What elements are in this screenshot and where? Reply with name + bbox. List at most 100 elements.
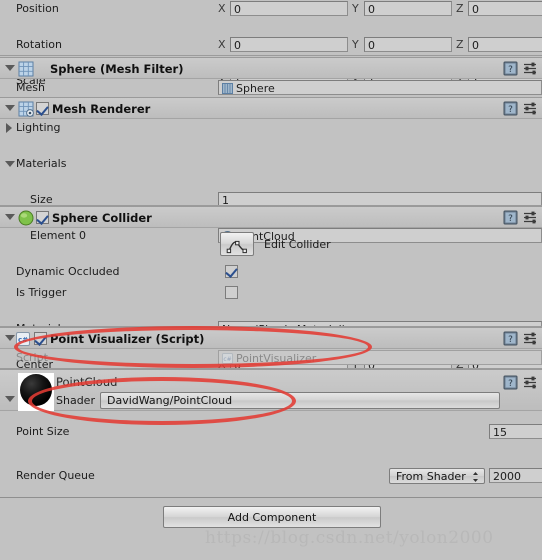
transform-row-position: Position X 0 Y 0 Z 0 [0,0,542,18]
point-visualizer-section: c# Point Visualizer (Script) ? Script c#… [0,327,542,367]
rotation-z-axis-label: Z [456,38,464,51]
foldout-arrow-icon[interactable] [5,335,15,341]
chevron-updown-icon [472,471,479,484]
transform-row-rotation: Rotation X 0 Y 0 Z 0 [0,36,542,54]
help-icon[interactable]: ? [503,61,518,76]
mesh-renderer-section: Mesh Renderer ? Lighting Materials Size … [0,97,542,278]
foldout-arrow-icon[interactable] [5,105,15,111]
mesh-filter-section: Sphere (Mesh Filter) ? Mesh Sphere [0,57,542,97]
material-header-actions: ? [503,375,538,390]
help-icon[interactable]: ? [503,101,518,116]
divider [0,55,542,56]
mesh-filter-title: Sphere (Mesh Filter) [50,62,184,76]
material-section: PointCloud Shader DavidWang/PointCloud ? [0,369,542,518]
is-trigger-row: Is Trigger [0,284,542,302]
sphere-collider-enabled-checkbox[interactable] [36,211,49,224]
render-queue-input[interactable]: 2000 [489,468,542,483]
shader-value: DavidWang/PointCloud [107,394,233,407]
script-label: Script [16,351,48,364]
lighting-foldout-icon[interactable] [6,123,12,133]
shader-label: Shader [56,394,95,407]
svg-text:?: ? [508,65,513,75]
rotation-z-input[interactable]: 0 [468,37,542,52]
script-value: PointVisualizer [236,352,317,365]
edit-collider-label: Edit Collider [264,238,331,251]
point-visualizer-title: Point Visualizer (Script) [50,332,205,346]
edit-collider-row: Edit Collider [0,232,542,258]
point-size-label: Point Size [16,425,70,438]
shader-dropdown[interactable]: DavidWang/PointCloud [100,392,500,409]
svg-text:c#: c# [223,356,231,363]
sphere-collider-icon [18,210,34,226]
render-queue-label: Render Queue [16,469,95,482]
position-y-input[interactable]: 0 [364,1,452,16]
position-z-axis-label: Z [456,2,464,15]
preset-settings-icon[interactable] [523,101,538,116]
lighting-row[interactable]: Lighting [0,119,542,137]
svg-text:?: ? [508,105,513,115]
mesh-filter-header[interactable]: Sphere (Mesh Filter) ? [0,57,542,79]
rotation-y-input[interactable]: 0 [364,37,452,52]
csharp-script-icon: c# [16,332,30,346]
svg-text:c#: c# [18,336,28,344]
render-queue-dropdown[interactable]: From Shader [389,468,485,484]
mesh-renderer-header-actions: ? [503,101,538,116]
material-title: PointCloud [56,375,118,389]
rotation-label: Rotation [16,38,63,51]
mesh-renderer-title: Mesh Renderer [52,102,151,116]
point-visualizer-header-actions: ? [503,331,538,346]
material-foldout-icon[interactable] [5,396,15,402]
mesh-filter-mesh-row: Mesh Sphere [0,79,542,97]
help-icon[interactable]: ? [503,331,518,346]
position-x-input[interactable]: 0 [230,1,348,16]
sphere-collider-header-actions: ? [503,210,538,225]
point-size-row: Point Size 15 [0,423,542,441]
add-component-button[interactable]: Add Component [163,506,381,528]
help-icon[interactable]: ? [503,375,518,390]
inspector-panel: Position X 0 Y 0 Z 0 Rotation X 0 Y 0 Z … [0,0,542,560]
materials-foldout-icon[interactable] [5,161,15,167]
svg-text:?: ? [508,379,513,389]
sphere-collider-section: Sphere Collider ? Edit Collider Is Trigg… [0,206,542,408]
sphere-collider-header[interactable]: Sphere Collider ? [0,206,542,228]
rotation-x-input[interactable]: 0 [230,37,348,52]
point-size-input[interactable]: 15 [489,424,542,439]
preset-settings-icon[interactable] [523,61,538,76]
preset-settings-icon[interactable] [523,331,538,346]
edit-collider-button[interactable] [220,232,254,256]
mesh-filter-icon [18,61,34,77]
preset-settings-icon[interactable] [523,375,538,390]
position-z-input[interactable]: 0 [468,1,542,16]
point-visualizer-enabled-checkbox[interactable] [34,332,47,345]
sphere-collider-title: Sphere Collider [52,211,152,225]
mesh-value: Sphere [236,82,275,95]
preset-settings-icon[interactable] [523,210,538,225]
rotation-y-axis-label: Y [352,38,359,51]
mesh-asset-icon [222,83,233,94]
transform-section: Position X 0 Y 0 Z 0 Rotation X 0 Y 0 Z … [0,0,542,88]
is-trigger-label: Is Trigger [16,286,67,299]
svg-text:?: ? [508,335,513,345]
mesh-label: Mesh [16,81,45,94]
render-queue-row: Render Queue From Shader 2000 [0,467,542,485]
script-asset-icon: c# [222,353,233,364]
foldout-arrow-icon[interactable] [5,214,15,220]
rotation-x-axis-label: X [218,38,226,51]
script-object-field: c# PointVisualizer [218,350,542,365]
mesh-renderer-enabled-checkbox[interactable] [36,102,49,115]
is-trigger-checkbox[interactable] [225,286,238,299]
svg-text:?: ? [508,214,513,224]
materials-label: Materials [16,157,67,170]
materials-row[interactable]: Materials [0,155,542,173]
render-queue-mode: From Shader [396,470,466,483]
foldout-arrow-icon[interactable] [5,65,15,71]
position-x-axis-label: X [218,2,226,15]
edit-collider-icon [226,240,247,254]
material-header[interactable]: PointCloud Shader DavidWang/PointCloud ? [0,369,542,411]
help-icon[interactable]: ? [503,210,518,225]
mesh-object-field[interactable]: Sphere [218,80,542,95]
black-sphere-preview [20,374,52,406]
mesh-filter-header-actions: ? [503,61,538,76]
mesh-renderer-header[interactable]: Mesh Renderer ? [0,97,542,119]
point-visualizer-header[interactable]: c# Point Visualizer (Script) ? [0,327,542,349]
